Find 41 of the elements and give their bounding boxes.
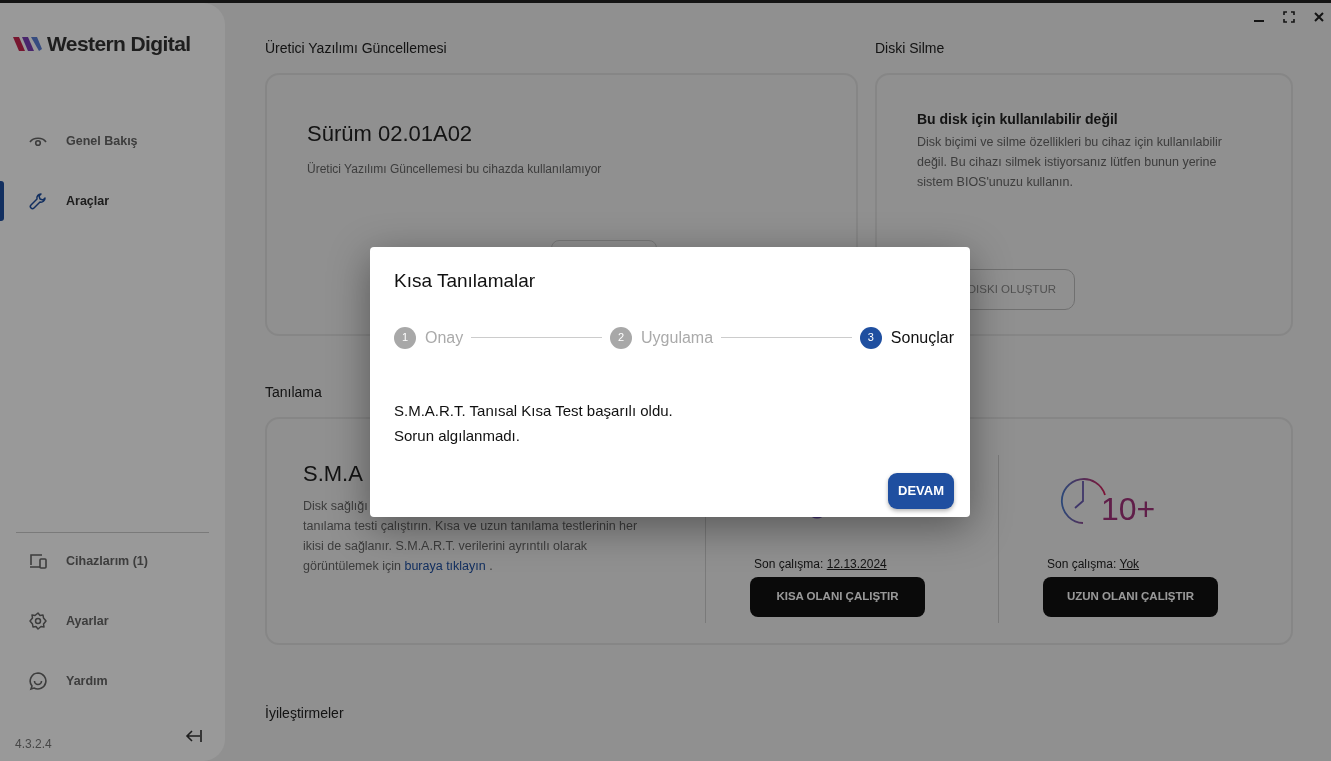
erase-description: Disk biçimi ve silme özellikleri bu cihaz için kullanılabilir değil. Bu cihazı silmek istiyorsanız lütfen bunun yerine sistem BIOS'unuzu kullanın. bbox=[917, 134, 1223, 191]
logo-text: Western Digital bbox=[47, 31, 191, 58]
result-message: S.M.A.R.T. Tanısal Kısa Test başarılı oldu. Sorun algılanmadı. bbox=[394, 400, 674, 446]
sidebar-item[interactable]: Genel Bakış bbox=[0, 121, 225, 161]
last-run-label: Son çalışma: bbox=[1047, 557, 1117, 571]
continue-button[interactable]: DEVAM bbox=[888, 473, 954, 509]
sidebar-item[interactable]: Araçlar bbox=[0, 181, 225, 221]
dialog-title: Kısa Tanılamalar bbox=[394, 269, 537, 293]
step-number: 3 bbox=[859, 326, 882, 349]
details-link[interactable]: buraya tıklayın bbox=[404, 559, 486, 573]
erase-title: Bu disk için kullanılabilir değil bbox=[917, 110, 1119, 129]
run-test-button[interactable]: UZUN OLANI ÇALIŞTIR bbox=[1043, 577, 1218, 617]
settings-icon bbox=[28, 611, 48, 631]
sidebar-item[interactable]: Yardım bbox=[0, 661, 225, 701]
version-title: Sürüm 02.01A02 bbox=[307, 120, 474, 148]
firmware-note: Üretici Yazılımı Güncellemesi bu cihazda kullanılamıyor bbox=[307, 161, 603, 178]
last-run-value: 12.13.2024 bbox=[826, 557, 887, 571]
sidebar-item[interactable]: Ayarlar bbox=[0, 601, 225, 641]
section-heading: Diski Silme bbox=[875, 39, 946, 56]
step-number: 2 bbox=[610, 326, 633, 349]
chat-icon bbox=[28, 671, 48, 691]
fullscreen-icon[interactable] bbox=[1283, 11, 1295, 23]
devices-icon bbox=[28, 551, 48, 571]
run-test-button[interactable]: KISA OLANI ÇALIŞTIR bbox=[750, 577, 925, 617]
collapse-icon[interactable] bbox=[185, 729, 203, 743]
sidebar-item[interactable]: Cihazlarım (1) bbox=[0, 541, 225, 581]
section-heading: Üretici Yazılımı Güncellemesi bbox=[265, 39, 448, 56]
smart-title: S.M.A bbox=[303, 460, 364, 488]
section-heading: İyileştirmeler bbox=[265, 704, 345, 721]
step-label: Sonuçlar bbox=[890, 327, 954, 348]
step-number: 1 bbox=[394, 326, 416, 349]
logo-icon bbox=[13, 35, 43, 53]
section-heading: Tanılama bbox=[265, 383, 323, 400]
step-label: Onay bbox=[425, 327, 464, 348]
duration-label: 10+ bbox=[1101, 493, 1156, 525]
last-run-label: Son çalışma: bbox=[754, 557, 824, 571]
close-icon[interactable] bbox=[1313, 11, 1325, 23]
step-label: Uygulama bbox=[641, 327, 714, 348]
wrench-icon bbox=[28, 191, 48, 211]
last-run-value: Yok bbox=[1119, 557, 1140, 571]
version-text: 4.3.2.4 bbox=[15, 736, 52, 753]
